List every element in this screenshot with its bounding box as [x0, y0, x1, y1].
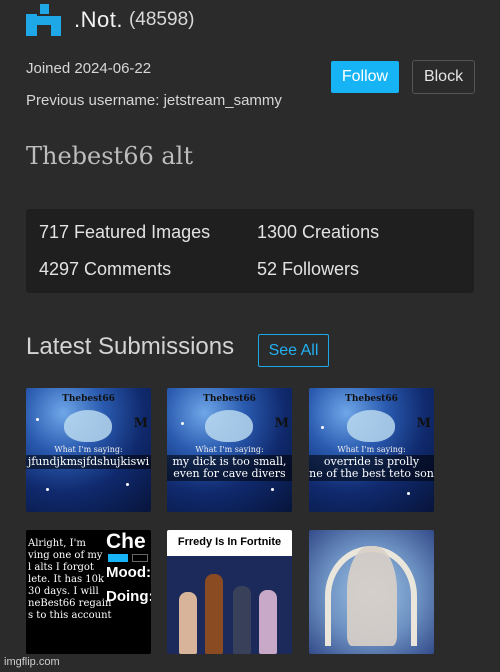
character-figure: [179, 592, 197, 654]
username: .Not.: [74, 7, 123, 32]
meme-side-text: M: [274, 416, 289, 431]
joined-date: Joined 2024-06-22: [26, 60, 152, 77]
meme-image: [205, 410, 253, 442]
see-all-button[interactable]: See All: [258, 334, 329, 367]
submission-thumbnail[interactable]: [309, 530, 434, 654]
watermark: imgflip.com: [4, 656, 60, 668]
character-figure: [259, 590, 277, 654]
submission-thumbnail[interactable]: Alright, I'm ving one of my l alts I for…: [26, 530, 151, 654]
meme-caption: override is prolly ne of the best teto s…: [309, 455, 434, 481]
profile-header: .Not. (48598): [26, 4, 194, 36]
stats-panel: 717 Featured Images 1300 Creations 4297 …: [26, 209, 474, 293]
meme-caption: jfundjkmsjfdshujkiswi: [26, 455, 151, 469]
character-figure: [233, 586, 251, 654]
meme-top-text: Thebest66: [203, 394, 256, 404]
meme-doing-label: Doing:: [106, 588, 151, 605]
meme-caption-line: ne of the best teto son: [309, 467, 434, 480]
meme-top-text: Thebest66: [62, 394, 115, 404]
submission-thumbnail[interactable]: Thebest66 M What I'm saying: my dick is …: [167, 388, 292, 512]
meme-saying-label: What I'm saying:: [54, 445, 123, 454]
site-logo-icon[interactable]: [26, 4, 62, 36]
meme-image: [64, 410, 112, 442]
submission-thumbnail[interactable]: Frredy Is In Fortnite: [167, 530, 292, 654]
meme-saying-label: What I'm saying:: [337, 445, 406, 454]
submission-thumbnail[interactable]: Thebest66 M What I'm saying: jfundjkmsjf…: [26, 388, 151, 512]
submission-thumbnail[interactable]: Thebest66 M What I'm saying: override is…: [309, 388, 434, 512]
latest-submissions-heading: Latest Submissions: [26, 333, 235, 360]
meme-caption-line: even for cave divers: [173, 467, 286, 480]
meme-saying-label: What I'm saying:: [195, 445, 264, 454]
stat-comments[interactable]: 4297 Comments: [39, 259, 171, 280]
meme-image: [347, 410, 395, 442]
stat-creations[interactable]: 1300 Creations: [257, 222, 379, 243]
meme-side-text: M: [416, 416, 431, 431]
previous-username: Previous username: jetstream_sammy: [26, 92, 282, 109]
meme-big-text: Che: [106, 530, 146, 553]
block-button[interactable]: Block: [412, 60, 475, 94]
meme-title: Frredy Is In Fortnite: [177, 536, 282, 548]
stat-featured-images[interactable]: 717 Featured Images: [39, 222, 210, 243]
mini-follow-shape: [108, 554, 128, 562]
meme-note-text: Alright, I'm ving one of my l alts I for…: [28, 538, 112, 621]
mini-block-shape: [132, 554, 148, 562]
mammoth-image: [347, 546, 397, 646]
meme-mood-label: Mood:: [106, 564, 151, 581]
meme-top-text: Thebest66: [345, 394, 398, 404]
profile-bio: Thebest66 alt: [26, 142, 193, 170]
meme-caption: my dick is too small, even for cave dive…: [167, 455, 292, 481]
follow-button[interactable]: Follow: [331, 61, 399, 93]
meme-side-text: M: [133, 416, 148, 431]
character-figure: [205, 574, 223, 654]
points-count: (48598): [128, 9, 195, 30]
stat-followers[interactable]: 52 Followers: [257, 259, 359, 280]
